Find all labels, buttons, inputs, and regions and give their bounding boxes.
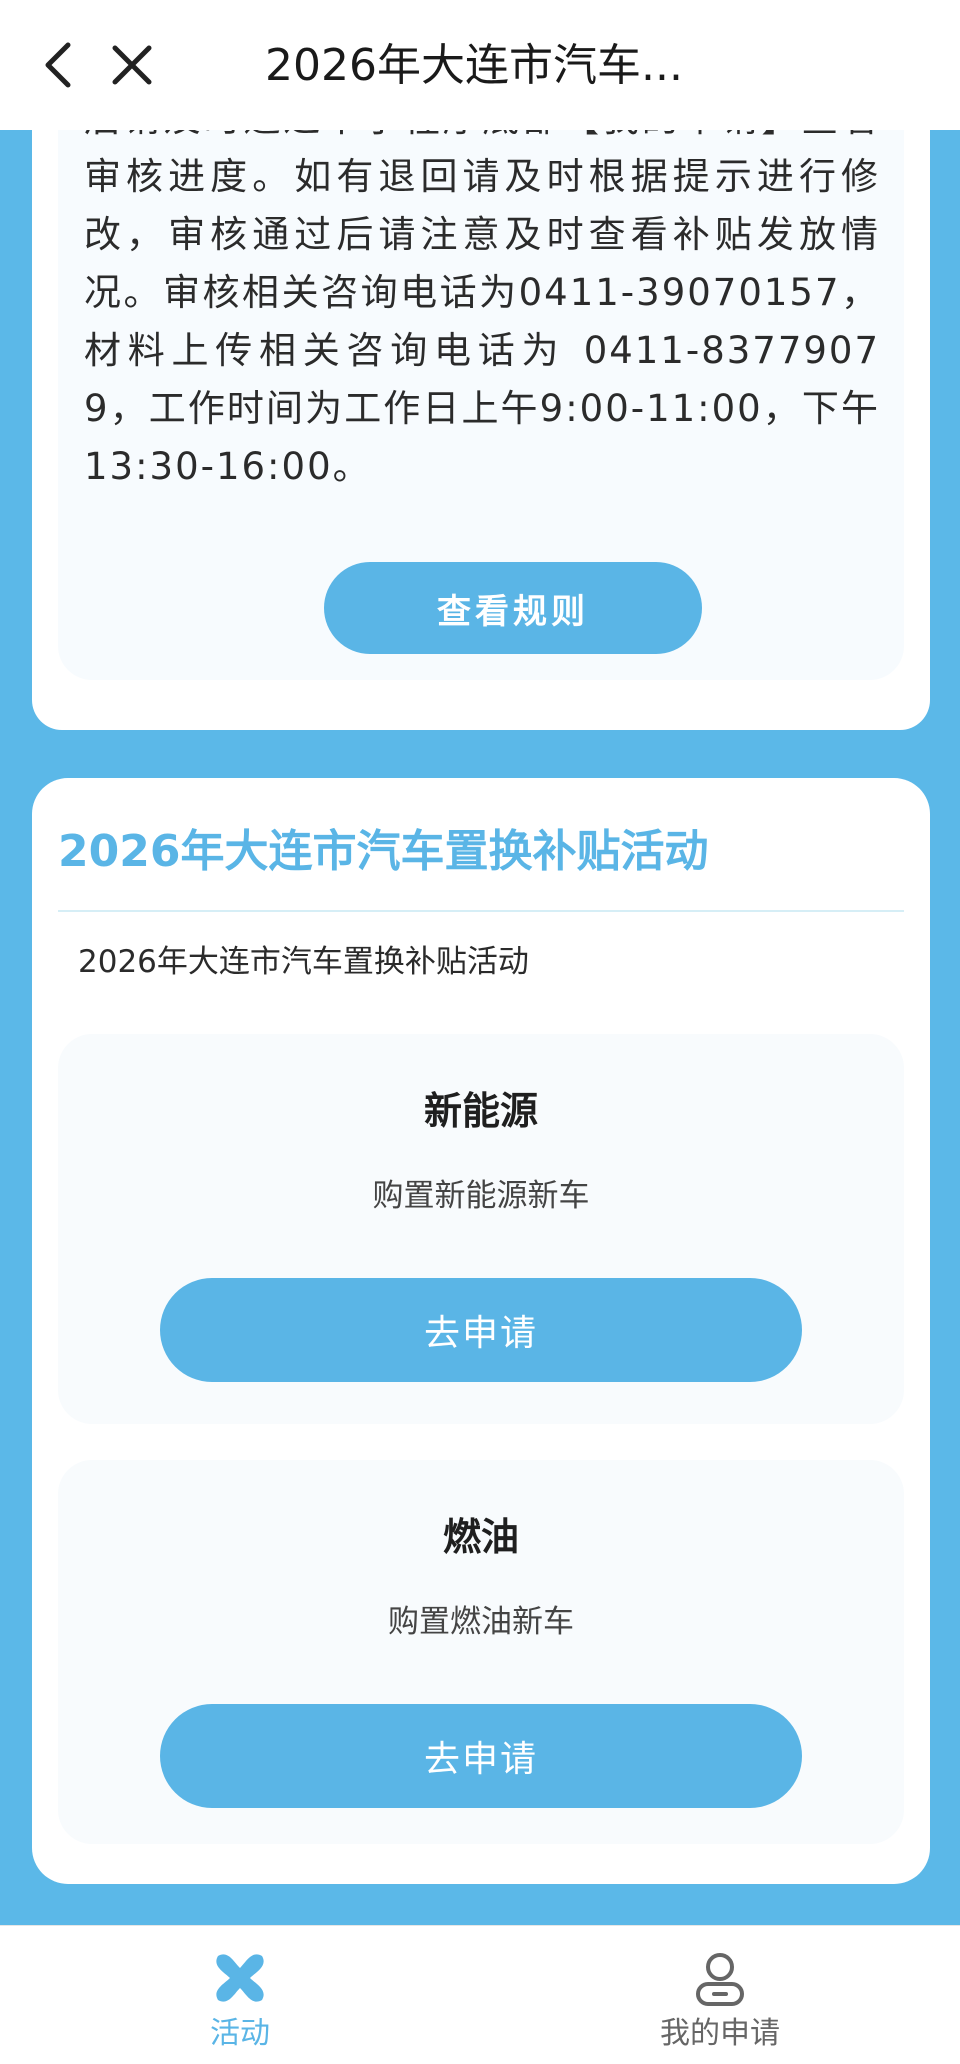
activity-icon (210, 1948, 270, 2008)
divider (58, 910, 904, 912)
view-rules-button[interactable]: 查看规则 (324, 562, 702, 654)
rules-text: 后请及时通过本小程序底部【我的申请】查看审核进度。如有退回请及时根据提示进行修改… (84, 97, 880, 488)
activity-title: 2026年大连市汽车置换补贴活动 (58, 826, 709, 877)
apply-fuel-button[interactable]: 去申请 (160, 1704, 802, 1808)
option-description: 购置新能源新车 (372, 1178, 590, 1214)
bottom-nav: 活动 我的申请 (0, 1925, 960, 2064)
nav-label: 我的申请 (660, 2016, 780, 2051)
apply-new-energy-button[interactable]: 去申请 (160, 1278, 802, 1382)
nav-label: 活动 (210, 2016, 270, 2051)
page-title: 2026年大连市汽车... (265, 40, 683, 91)
activity-card: 2026年大连市汽车置换补贴活动 2026年大连市汽车置换补贴活动 新能源 购置… (32, 778, 930, 1884)
top-app-bar: 2026年大连市汽车... (0, 0, 960, 130)
nav-item-activity[interactable]: 活动 (0, 1926, 480, 2064)
option-title: 燃油 (442, 1515, 519, 1559)
rules-card: 后请及时通过本小程序底部【我的申请】查看审核进度。如有退回请及时根据提示进行修改… (32, 60, 930, 730)
option-description: 购置燃油新车 (388, 1604, 574, 1640)
user-icon (690, 1948, 750, 2008)
option-title: 新能源 (423, 1089, 538, 1133)
rules-panel: 后请及时通过本小程序底部【我的申请】查看审核进度。如有退回请及时根据提示进行修改… (58, 60, 904, 680)
option-card-fuel: 燃油 购置燃油新车 去申请 (58, 1460, 904, 1844)
activity-subtitle: 2026年大连市汽车置换补贴活动 (78, 944, 529, 980)
option-card-new-energy: 新能源 购置新能源新车 去申请 (58, 1034, 904, 1424)
nav-item-my-applications[interactable]: 我的申请 (480, 1926, 960, 2064)
close-icon[interactable] (102, 35, 162, 95)
chevron-left-icon[interactable] (28, 35, 88, 95)
